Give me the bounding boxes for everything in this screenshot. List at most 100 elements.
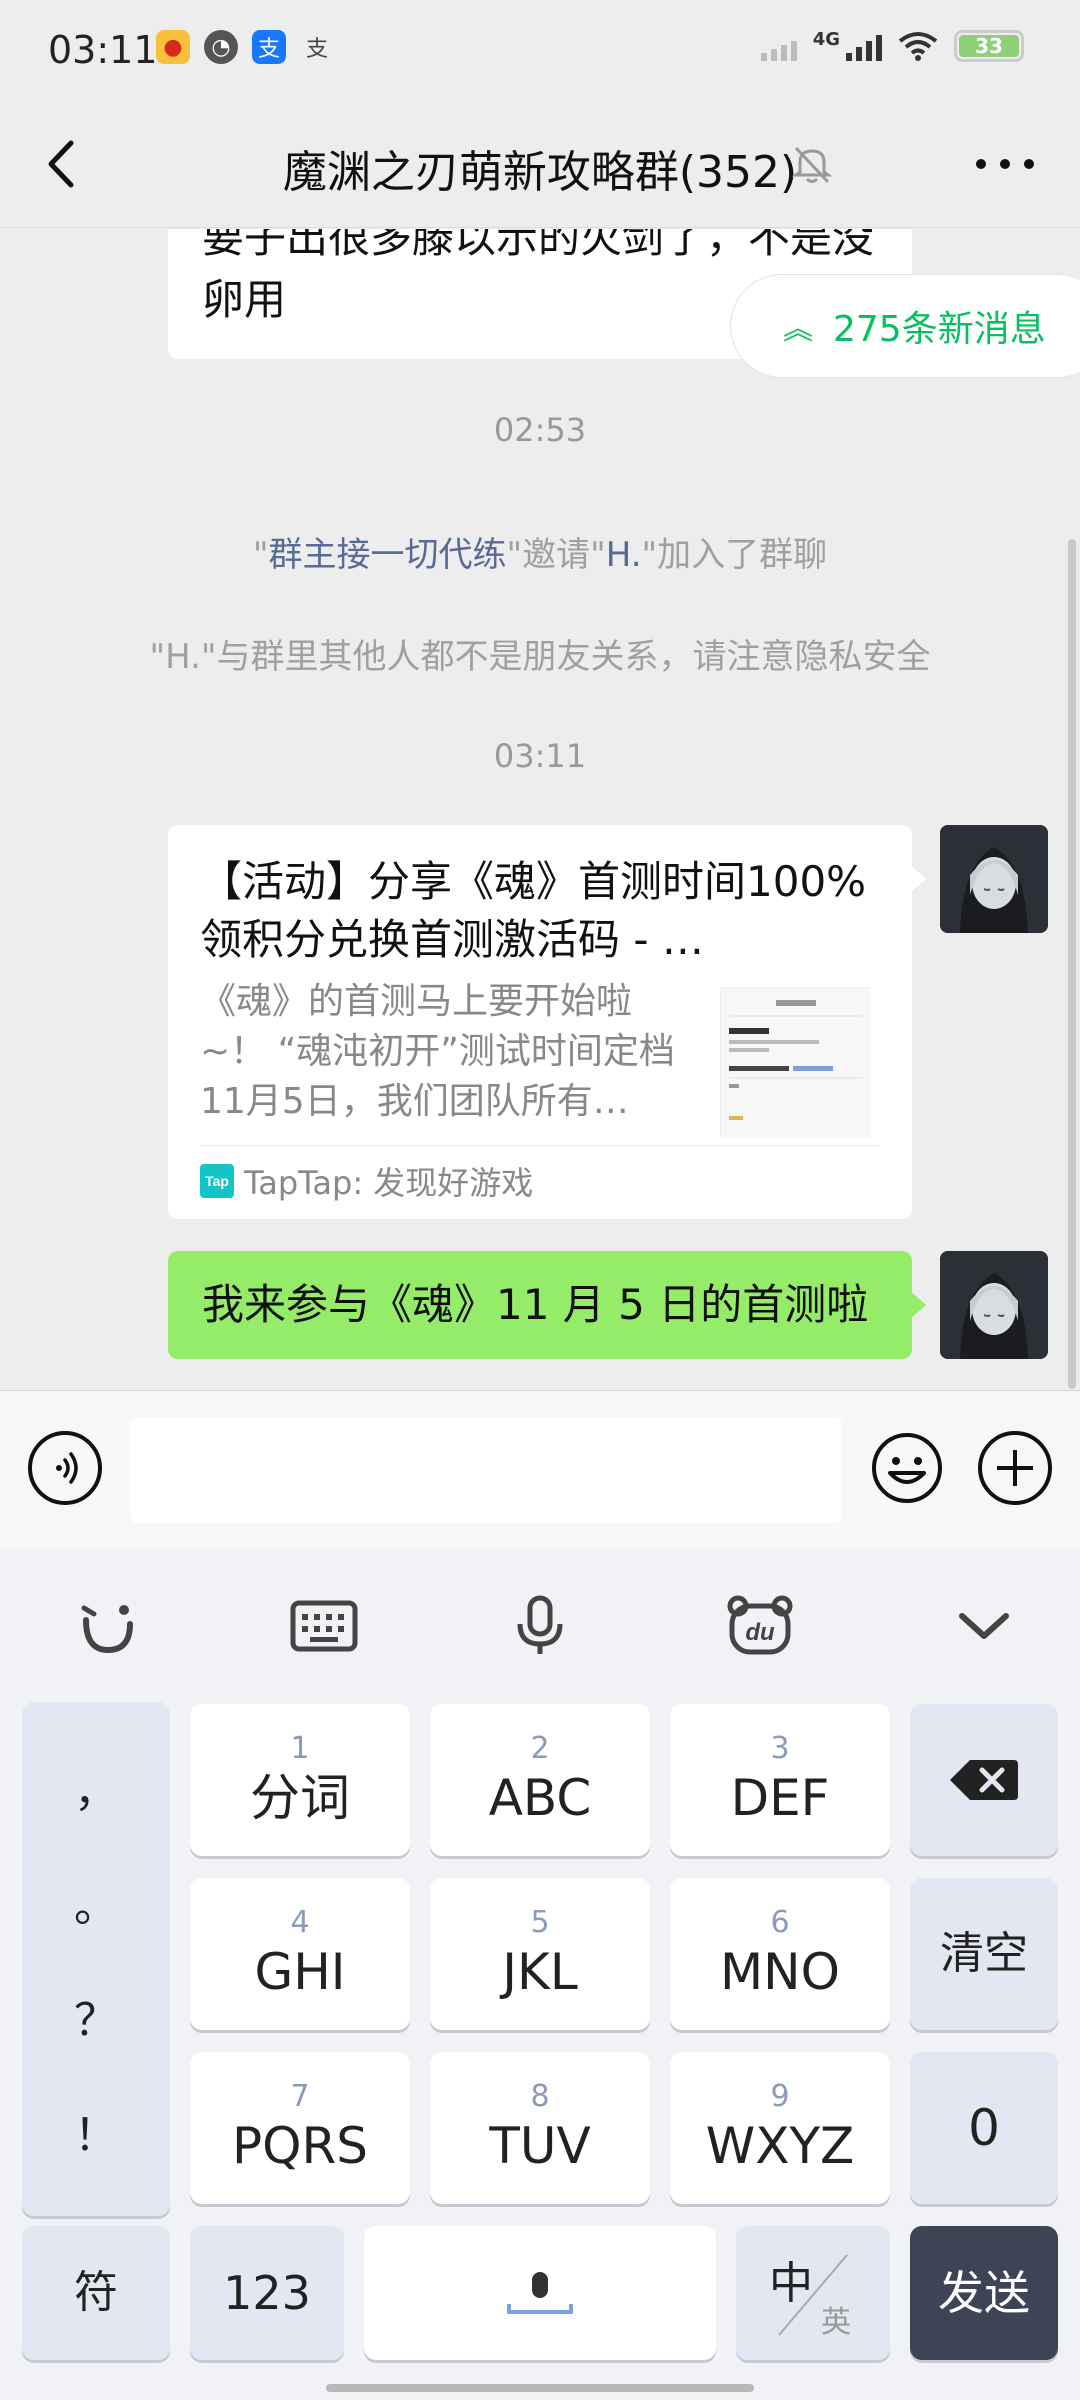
- link-card-title: 【活动】分享《魂》首测时间100%领积分兑换首测激活码 - …: [200, 857, 867, 964]
- new-messages-button[interactable]: ︽ 275条新消息: [730, 274, 1080, 378]
- chat-header: 魔渊之刃萌新攻略群(352): [0, 100, 1080, 228]
- wifi-icon: [898, 32, 938, 61]
- key-label: 清空: [940, 1928, 1028, 1979]
- hide-keyboard-button[interactable]: [944, 1586, 1024, 1666]
- emoji-icon[interactable]: [870, 1431, 944, 1505]
- battery-icon: 33: [954, 30, 1024, 62]
- key-number: 7: [290, 2079, 310, 2114]
- compass-icon: ◔: [204, 30, 238, 64]
- key-7[interactable]: 7 PQRS: [190, 2052, 410, 2204]
- key-2[interactable]: 2 ABC: [430, 1704, 650, 1856]
- punct-key[interactable]: ？: [22, 1966, 170, 2066]
- link-card-description: 《魂》的首测马上要开始啦~！ “魂沌初开”测试时间定档11月5日，我们团队所有…: [200, 981, 675, 1122]
- key-label: JKL: [502, 1943, 578, 2001]
- key-label: WXYZ: [705, 2117, 855, 2175]
- keyboard-switch-button[interactable]: [284, 1586, 364, 1666]
- punct-key[interactable]: ！: [22, 2081, 170, 2181]
- punct-key[interactable]: ，: [22, 1737, 170, 1837]
- bell-muted-icon: [791, 146, 833, 184]
- chat-messages[interactable]: 要子出很多滕以示的火剑了，不是没卵用 ︽ 275条新消息 02:53 "群主接一…: [0, 229, 1080, 1389]
- status-app-icons: ● ◔ 支 支: [156, 30, 334, 64]
- link-card-body: 《魂》的首测马上要开始啦~！ “魂沌初开”测试时间定档11月5日，我们团队所有…: [200, 977, 880, 1138]
- avatar-image: [940, 825, 1048, 933]
- more-dot: [1000, 159, 1010, 169]
- invite-text: "邀请": [506, 535, 606, 575]
- inviter-name-link[interactable]: 群主接一切代练: [268, 535, 506, 575]
- backspace-key[interactable]: [910, 1704, 1058, 1856]
- key-4[interactable]: 4 GHI: [190, 1878, 410, 2030]
- voice-input-button[interactable]: [500, 1586, 580, 1666]
- key-number: 9: [770, 2079, 790, 2114]
- taptap-icon: Tap: [200, 1164, 234, 1198]
- voice-button[interactable]: [28, 1431, 102, 1505]
- status-bar: 03:11 ● ◔ 支 支 4G 33: [0, 0, 1080, 100]
- language-switch-glyph: 中 英: [763, 2243, 863, 2343]
- space-key[interactable]: [364, 2226, 716, 2360]
- avatar[interactable]: [940, 1251, 1048, 1359]
- home-indicator[interactable]: [326, 2384, 754, 2392]
- signal-icon-sim2: [846, 31, 882, 61]
- key-label: ABC: [488, 1769, 592, 1827]
- chat-title: 魔渊之刃萌新攻略群(352): [282, 147, 798, 198]
- double-chevron-up-icon: ︽: [783, 312, 813, 347]
- space-mic-icon: [507, 2272, 573, 2314]
- link-card-thumbnail: [720, 987, 871, 1138]
- key-label: 123: [223, 2266, 311, 2320]
- clear-key[interactable]: 清空: [910, 1878, 1058, 2030]
- send-key[interactable]: 发送: [910, 2226, 1058, 2360]
- symbol-key[interactable]: 符: [22, 2226, 170, 2360]
- numeric-key[interactable]: 123: [190, 2226, 344, 2360]
- input-bar: [0, 1390, 1080, 1548]
- alipay-outline-icon: 支: [305, 37, 328, 62]
- key-number: 6: [770, 1905, 790, 1940]
- key-6[interactable]: 6 MNO: [670, 1878, 890, 2030]
- more-button[interactable]: [970, 142, 1040, 186]
- key-0[interactable]: 0: [910, 2052, 1058, 2204]
- sent-message-bubble[interactable]: 我来参与《魂》11 月 5 日的首测啦: [168, 1251, 926, 1359]
- chat-scrollbar[interactable]: [1068, 539, 1076, 1389]
- punctuation-column[interactable]: ， 。 ？ ！: [22, 1702, 170, 2216]
- key-number: 8: [530, 2079, 550, 2114]
- chevron-down-icon: [959, 1613, 1009, 1639]
- key-label: 符: [74, 2267, 118, 2318]
- smile-logo-button[interactable]: [68, 1586, 148, 1666]
- invitee-name-link[interactable]: H.: [606, 535, 642, 575]
- key-label: 发送: [938, 2266, 1030, 2320]
- system-message-invite: "群主接一切代练"邀请"H."加入了群聊: [0, 527, 1080, 576]
- key-number: 3: [770, 1731, 790, 1766]
- du-bear-icon: du: [727, 1595, 793, 1655]
- avatar-image: [940, 1251, 1048, 1359]
- network-type: 4G: [812, 28, 840, 50]
- status-right: 4G 33: [760, 28, 1024, 62]
- key-label: 0: [968, 2099, 1000, 2157]
- ime-keyboard: du ， 。 ？ ！ 1 分词 2 ABC 3 DEF 4 GHI 5 JKL …: [0, 1548, 1080, 2400]
- more-functions-button[interactable]: [978, 1431, 1052, 1505]
- link-card-source: Tap TapTap: 发现好游戏: [200, 1146, 880, 1216]
- key-label: DEF: [730, 1769, 830, 1827]
- message-input[interactable]: [130, 1417, 842, 1523]
- key-9[interactable]: 9 WXYZ: [670, 2052, 890, 2204]
- key-1[interactable]: 1 分词: [190, 1704, 410, 1856]
- punct-key[interactable]: 。: [22, 1852, 170, 1952]
- key-label: GHI: [254, 1943, 346, 2001]
- language-switch-key[interactable]: 中 英: [736, 2226, 890, 2360]
- voice-icon: [56, 1452, 78, 1484]
- new-messages-label: 275条新消息: [833, 309, 1046, 350]
- key-label: 分词: [250, 1769, 350, 1827]
- link-card-message[interactable]: 【活动】分享《魂》首测时间100%领积分兑换首测激活码 - … 《魂》的首测马上…: [168, 825, 926, 1219]
- alipay-icon: 支: [252, 30, 286, 64]
- svg-text:du: du: [745, 1619, 775, 1646]
- key-3[interactable]: 3 DEF: [670, 1704, 890, 1856]
- avatar[interactable]: [940, 825, 1048, 933]
- key-label: PQRS: [232, 2117, 368, 2175]
- key-5[interactable]: 5 JKL: [430, 1878, 650, 2030]
- keyboard-toolbar: du: [0, 1548, 1080, 1694]
- backspace-icon: [950, 1760, 1018, 1800]
- timestamp: 03:11: [493, 737, 587, 775]
- plus-circle-icon: [997, 1450, 1033, 1486]
- du-bear-button[interactable]: du: [720, 1586, 800, 1666]
- more-dot: [1024, 159, 1034, 169]
- key-label: TUV: [489, 2117, 591, 2175]
- key-8[interactable]: 8 TUV: [430, 2052, 650, 2204]
- keyboard-icon: [290, 1600, 358, 1652]
